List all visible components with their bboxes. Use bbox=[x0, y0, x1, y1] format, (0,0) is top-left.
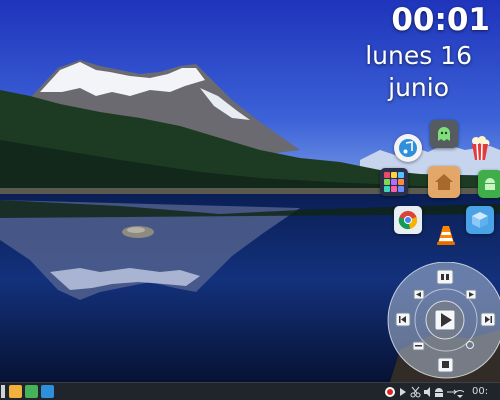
launcher-icon[interactable] bbox=[1, 385, 5, 398]
previous-button[interactable] bbox=[395, 312, 411, 327]
desktop: 00:01 lunes 16 junio bbox=[0, 0, 500, 382]
ghost-app-icon[interactable] bbox=[430, 120, 458, 148]
media-player-widget bbox=[386, 261, 500, 380]
android-icon[interactable] bbox=[435, 388, 443, 397]
stop-square-button[interactable] bbox=[437, 357, 454, 373]
volume-button[interactable] bbox=[466, 341, 474, 349]
taskbar-clock[interactable]: 00: bbox=[472, 384, 488, 400]
clock-day: lunes 16 bbox=[365, 41, 472, 70]
skip-forward-button[interactable] bbox=[465, 289, 477, 300]
play-button[interactable] bbox=[425, 300, 465, 340]
stop-button[interactable] bbox=[436, 269, 454, 285]
chrome-browser-icon[interactable] bbox=[394, 206, 422, 234]
clock-time: 00:01 bbox=[391, 2, 490, 38]
play-icon[interactable] bbox=[400, 388, 406, 396]
next-button[interactable] bbox=[480, 312, 496, 327]
flatpak-store-icon[interactable] bbox=[466, 206, 494, 234]
volume-icon[interactable] bbox=[424, 387, 430, 397]
vlc-player-icon[interactable] bbox=[432, 220, 460, 248]
app-grid-icon[interactable] bbox=[380, 168, 408, 196]
wifi-icon[interactable] bbox=[455, 390, 464, 398]
clock-date: lunes 16 junio bbox=[365, 40, 472, 104]
menu-button[interactable] bbox=[412, 341, 425, 351]
android-file-transfer-icon[interactable] bbox=[478, 170, 500, 198]
browser-taskbar-icon[interactable] bbox=[41, 385, 54, 398]
home-folder-icon[interactable] bbox=[428, 166, 460, 198]
popcorn-app-icon[interactable] bbox=[466, 134, 494, 162]
clock-month: junio bbox=[388, 73, 450, 102]
taskbar: 00: bbox=[0, 382, 500, 400]
music-player-icon[interactable] bbox=[394, 134, 422, 162]
scissors-icon[interactable] bbox=[410, 386, 421, 398]
terminal-icon[interactable] bbox=[25, 385, 38, 398]
record-icon[interactable] bbox=[385, 387, 395, 397]
usb-icon[interactable] bbox=[447, 389, 457, 395]
skip-back-button[interactable] bbox=[413, 289, 425, 300]
files-icon[interactable] bbox=[9, 385, 22, 398]
